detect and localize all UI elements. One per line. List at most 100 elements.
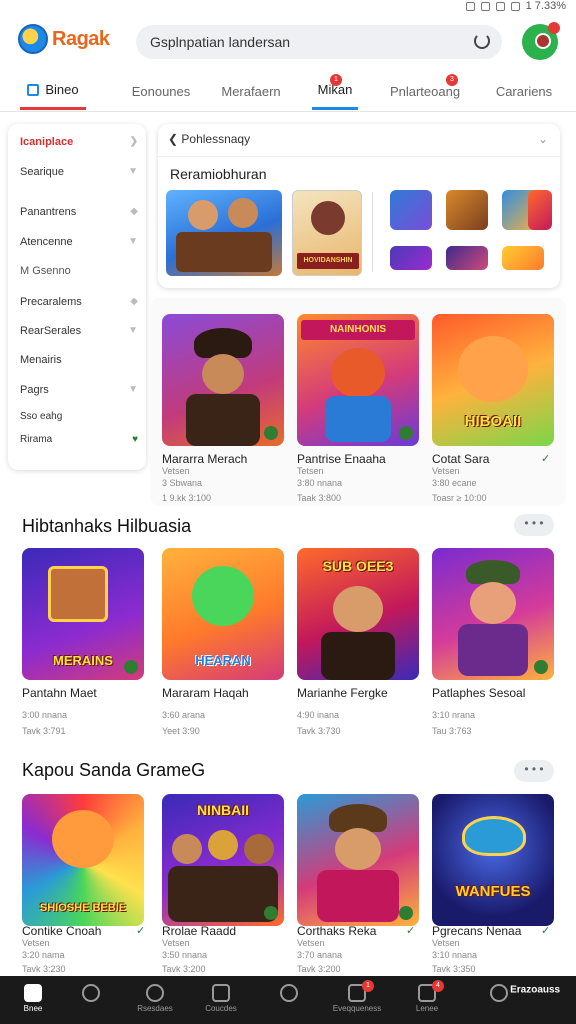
game-tile[interactable]: SUB OEE3 (297, 548, 419, 680)
art-title: SHIOSHE BEBIE (39, 902, 127, 914)
sidebar-item[interactable]: Sso eahg (20, 411, 138, 422)
game-meta: 3:80 nnana (297, 478, 343, 488)
check-icon: ✓ (541, 925, 551, 937)
game-title: Rrolae Raadd (162, 924, 237, 938)
game-tile[interactable] (432, 548, 554, 680)
mini-thumb[interactable] (528, 190, 552, 230)
nav-coucdes[interactable]: Coucdes (188, 976, 254, 1024)
poster-banner: HOVIDANSHIN (297, 253, 359, 269)
game-meta: Taak 3:800 (297, 493, 342, 503)
check-icon: ✓ (136, 925, 146, 937)
mini-thumb[interactable] (390, 246, 432, 270)
game-meta: Tavk 3:350 (432, 964, 476, 974)
character-body (458, 624, 528, 676)
featured-image-poster[interactable]: HOVIDANSHIN (292, 190, 362, 276)
divider (158, 156, 560, 157)
dot-icon: ◆ (130, 206, 138, 217)
character-icon (335, 828, 381, 870)
mini-thumb[interactable] (446, 190, 488, 230)
character-body (317, 870, 399, 922)
search-input[interactable]: Gsplnpatian landersan (136, 25, 502, 59)
sidebar-item[interactable]: RearSerales ▼ (20, 325, 138, 337)
alarm-icon (465, 1, 475, 11)
game-title: Pantrise Enaaha (297, 452, 386, 466)
nav-rsesdaes[interactable]: Rsesdaes (122, 976, 188, 1024)
section-title: Kapou Sanda GrameG (22, 760, 206, 780)
sidebar-item[interactable]: Pagrs ▼ (20, 384, 138, 396)
nav-lenee[interactable]: 4 Lenee (394, 976, 460, 1024)
character-icon (470, 582, 516, 624)
game-tile[interactable]: HIBOAII (432, 314, 554, 446)
art-title: WANFUES (455, 883, 531, 900)
game-tile[interactable]: WANFUES (432, 794, 554, 926)
character-icon (331, 348, 385, 398)
mini-thumb[interactable] (390, 190, 432, 230)
bottom-navigation: Bnee Rsesdaes Coucdes 1 Eveqqueness 4 Le… (0, 976, 576, 1024)
sidebar-item[interactable]: Rirama ♥ (20, 434, 138, 445)
chevron-down-icon[interactable]: ⌄ (538, 132, 548, 146)
game-meta: Vetsen (432, 466, 460, 476)
art-title: HIBOAII (464, 413, 522, 430)
game-meta: 1 9.kk 3:100 (162, 493, 212, 503)
logo-text: Ragak (52, 27, 110, 50)
game-meta: 4:90 inana (297, 710, 340, 720)
featured-header[interactable]: ❮ Pohlessnaqy (168, 132, 250, 146)
sidebar-item[interactable]: Searique ▼ (20, 166, 138, 178)
tab-carariens[interactable]: Carariens (494, 72, 554, 110)
chevron-down-icon: ▼ (128, 236, 138, 247)
featured-image-cowboys[interactable] (166, 190, 282, 276)
game-tile[interactable] (162, 314, 284, 446)
game-title: Patlaphes Sesoal (432, 686, 526, 700)
game-tile[interactable]: NAINHONIS (297, 314, 419, 446)
sidebar-item[interactable]: M Gsenno (20, 265, 138, 277)
sidebar-item[interactable]: Panantrens ◆ (20, 206, 138, 218)
spaceship-icon (462, 816, 526, 856)
game-tile[interactable] (297, 794, 419, 926)
nav-erazoauss[interactable]: Erazoauss (474, 976, 570, 1024)
verified-icon (399, 426, 413, 440)
app-logo[interactable]: Ragak (18, 24, 110, 54)
refresh-icon[interactable] (474, 33, 490, 49)
nav-search[interactable] (58, 976, 124, 1024)
tab-eonounes[interactable]: Eonounes (126, 72, 196, 110)
tab-merafaern[interactable]: Merafaern (218, 72, 284, 110)
game-title: Marianhe Fergke (297, 686, 388, 700)
character-icon (192, 566, 254, 626)
search-value: Gsplnpatian landersan (150, 34, 291, 50)
game-title: Mararam Haqah (162, 686, 249, 700)
game-tile[interactable]: HEARAN (162, 548, 284, 680)
game-meta: 3:10 nnana (432, 950, 478, 960)
art-title: SUB OEE3 (322, 558, 394, 574)
tab-mikan[interactable]: 1 Mikan (312, 72, 358, 110)
mini-thumb[interactable] (502, 246, 544, 270)
game-tile[interactable]: MERAINS (22, 548, 144, 680)
category-sidebar: Icaniplace ❯ Searique ▼ Panantrens ◆ Atence… (8, 124, 146, 470)
character-icon (52, 810, 114, 868)
game-meta: 3:00 nnana (22, 710, 68, 720)
home-tab-icon (27, 83, 40, 96)
sidebar-item[interactable]: Menairis (20, 354, 138, 366)
mini-thumb[interactable] (446, 246, 488, 270)
game-title: Mararra Merach (162, 452, 248, 466)
sidebar-item[interactable]: Icaniplace ❯ (20, 136, 138, 148)
nav-play[interactable] (256, 976, 322, 1024)
nav-home[interactable]: Bnee (0, 976, 66, 1024)
hat-icon (466, 560, 520, 584)
more-button[interactable]: • • • (514, 760, 554, 782)
avatar[interactable] (522, 22, 560, 60)
sidebar-item[interactable]: Atencenne ▼ (20, 236, 138, 248)
game-tile[interactable]: SHIOSHE BEBIE (22, 794, 144, 926)
featured-title: Reramiobhuran (170, 166, 267, 182)
tab-bineo[interactable]: Bineo (20, 72, 86, 110)
character-icon (228, 198, 258, 228)
sidebar-item[interactable]: Precaralems ◆ (20, 296, 138, 308)
section-title: Hibtanhaks Hilbuasia (22, 516, 192, 536)
art-title: HEARAN (195, 653, 251, 668)
game-tile[interactable]: NINBAII (162, 794, 284, 926)
art-title: NINBAII (196, 802, 250, 818)
game-meta: 3:60 arana (162, 710, 206, 720)
tab-pnlarteoang[interactable]: 3 Pnlarteoang (388, 72, 462, 110)
more-button[interactable]: • • • (514, 514, 554, 536)
nav-eveqqueness[interactable]: 1 Eveqqueness (324, 976, 390, 1024)
tab-badge: 1 (330, 74, 342, 86)
